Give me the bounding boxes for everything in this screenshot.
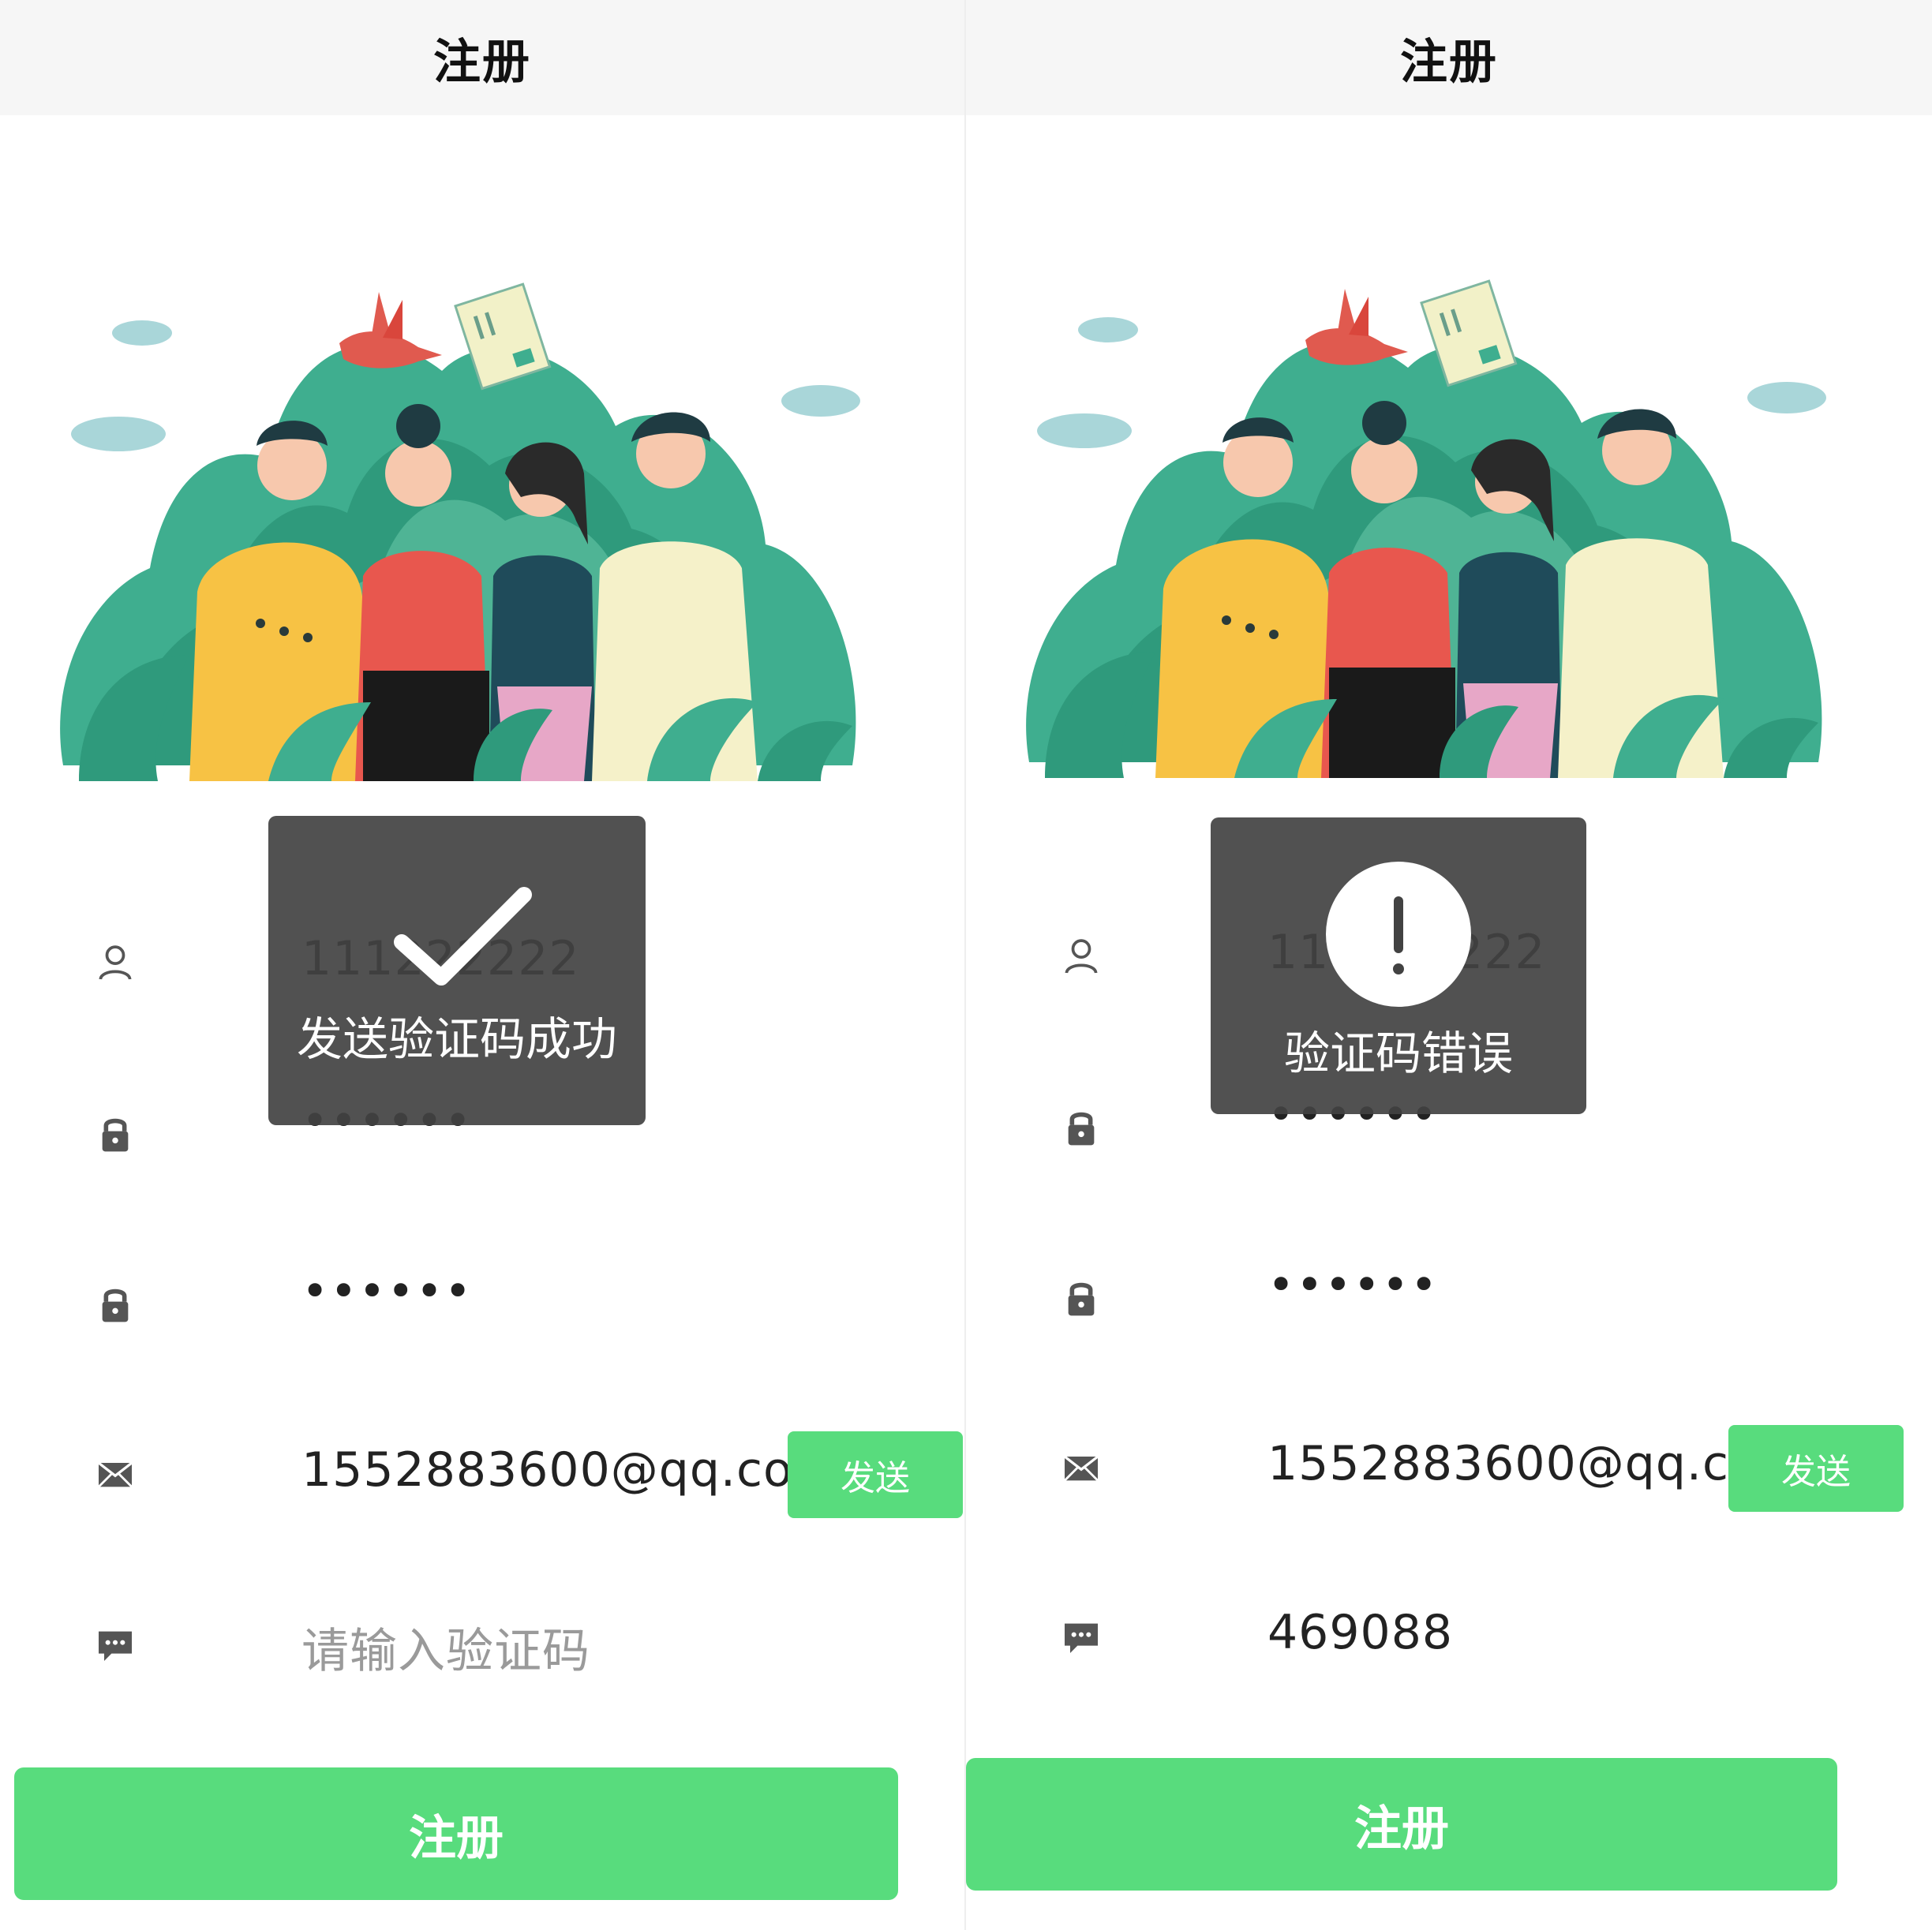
user-icon: [93, 941, 137, 985]
lock-icon: [1059, 1275, 1103, 1319]
email-input[interactable]: 1552883600@qq.com: [301, 1442, 840, 1498]
email-input[interactable]: 1552883600@qq.com: [1267, 1436, 1806, 1491]
toast-error: 验证码错误: [1211, 817, 1586, 1114]
page-title: 注册: [1400, 34, 1498, 90]
register-button[interactable]: 注册: [966, 1758, 1837, 1891]
nav-bar: 注册: [966, 0, 1932, 115]
lock-icon: [93, 1111, 137, 1155]
confirm-password-input[interactable]: ••••••: [1267, 1258, 1439, 1311]
exclamation-icon: [1326, 862, 1471, 1007]
register-button[interactable]: 注册: [14, 1767, 898, 1900]
team-illustration: [32, 260, 884, 797]
toast-message: 发送验证码成功: [296, 1012, 617, 1066]
code-row[interactable]: 469088: [966, 1583, 1930, 1693]
mail-icon: [93, 1452, 137, 1496]
code-row[interactable]: 请输入验证码: [0, 1591, 964, 1701]
page-title: 注册: [433, 34, 531, 90]
toast-success: 发送验证码成功: [268, 816, 646, 1125]
toast-message: 验证码错误: [1283, 1027, 1513, 1080]
check-icon: [394, 887, 532, 986]
confirm-password-input[interactable]: ••••••: [301, 1264, 473, 1318]
chat-icon: [1059, 1614, 1103, 1659]
confirm-password-row[interactable]: ••••••: [0, 1250, 964, 1360]
code-input[interactable]: 请输入验证码: [301, 1613, 590, 1681]
email-row[interactable]: 1552883600@qq.com 发送: [0, 1420, 964, 1531]
code-input[interactable]: 469088: [1267, 1605, 1453, 1660]
send-code-button[interactable]: 发送: [1728, 1425, 1904, 1512]
register-screen-left: 注册 111222222 •••••• •••••• 1552883600@qq…: [0, 0, 964, 1930]
chat-icon: [93, 1622, 137, 1666]
lock-icon: [93, 1281, 137, 1326]
email-row[interactable]: 1552883600@qq.com 发送: [966, 1414, 1930, 1524]
nav-bar: 注册: [0, 0, 964, 115]
user-icon: [1059, 934, 1103, 978]
confirm-password-row[interactable]: ••••••: [966, 1244, 1930, 1354]
send-code-button[interactable]: 发送: [788, 1431, 963, 1518]
mail-icon: [1059, 1446, 1103, 1490]
register-screen-right: 注册 111222222 •••••• •••••• 1552883600@qq…: [966, 0, 1932, 1930]
team-illustration: [998, 257, 1850, 794]
lock-icon: [1059, 1105, 1103, 1149]
